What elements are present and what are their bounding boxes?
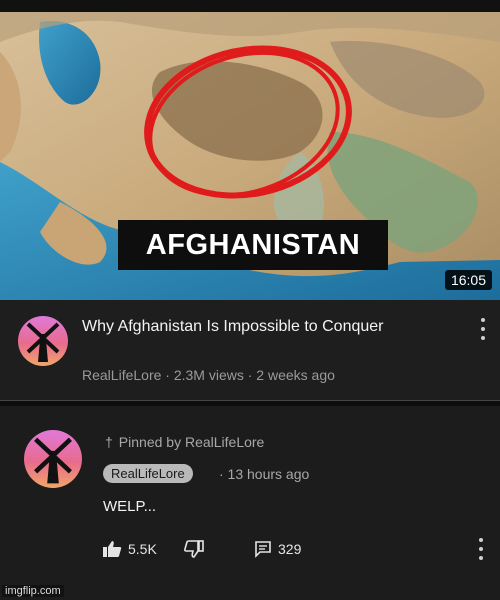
channel-avatar[interactable]: [18, 316, 68, 366]
dislike-button[interactable]: [184, 540, 204, 558]
watermark: imgflip.com: [2, 585, 64, 597]
pinned-text: Pinned by RealLifeLore: [118, 434, 265, 450]
comment-timestamp: · 13 hours ago: [219, 466, 310, 482]
video-title[interactable]: Why Afghanistan Is Impossible to Conquer: [82, 316, 412, 338]
windmill-icon: [26, 322, 60, 362]
thumbs-down-icon: [184, 540, 204, 558]
like-button[interactable]: 5.5K: [102, 540, 157, 558]
comment-avatar[interactable]: [24, 430, 82, 488]
more-vert-icon[interactable]: [476, 538, 486, 560]
top-bar: [0, 0, 500, 12]
windmill-icon: [34, 437, 72, 484]
thumbnail-title-text: AFGHANISTAN: [145, 228, 361, 261]
reply-icon: [255, 541, 271, 558]
video-duration: 16:05: [444, 270, 492, 290]
video-metadata: RealLifeLore · 2.3M views · 2 weeks ago: [82, 367, 335, 383]
thumbs-up-icon: [103, 541, 122, 557]
video-thumbnail[interactable]: AFGHANISTAN 16:05: [0, 12, 500, 300]
video-info: Why Afghanistan Is Impossible to Conquer…: [0, 300, 500, 400]
like-count: 5.5K: [128, 541, 157, 557]
thumbnail-title-card: AFGHANISTAN: [118, 220, 388, 270]
comment-text: WELP...: [103, 498, 157, 515]
pinned-label: † Pinned by RealLifeLore: [105, 434, 264, 450]
comment-author-badge[interactable]: RealLifeLore: [103, 464, 193, 483]
reply-count: 329: [278, 541, 302, 557]
reply-button[interactable]: 329: [254, 540, 301, 558]
more-vert-icon[interactable]: [478, 318, 488, 340]
pinned-comment: † Pinned by RealLifeLore RealLifeLore · 1…: [0, 406, 500, 600]
pin-icon: †: [105, 434, 113, 450]
